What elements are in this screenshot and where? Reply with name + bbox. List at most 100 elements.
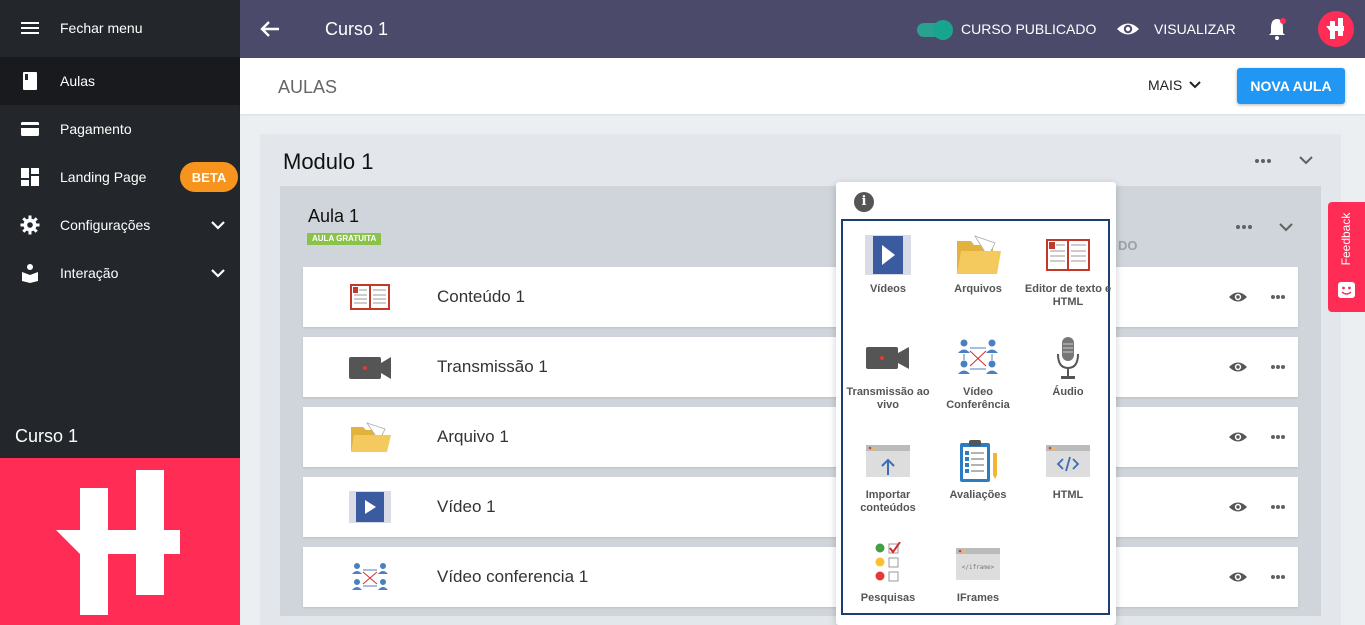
eye-icon[interactable] — [1228, 360, 1248, 374]
option-label: Editor de texto e HTML — [1024, 283, 1112, 308]
sidebar-item-pagamento[interactable]: Pagamento — [0, 105, 240, 153]
more-dropdown[interactable]: MAIS — [1148, 77, 1202, 93]
eye-icon[interactable] — [1116, 18, 1140, 40]
new-lesson-button[interactable]: NOVA AULA — [1237, 68, 1345, 104]
clipboard-icon — [960, 440, 997, 482]
folder-icon — [957, 235, 1001, 274]
content-option-iframes[interactable]: </iframe> IFrames — [933, 542, 1023, 612]
option-label: Arquivos — [954, 283, 1002, 295]
credit-card-icon — [21, 122, 39, 136]
more-options-icon[interactable] — [1271, 435, 1291, 441]
content-option-editor[interactable]: Editor de texto e HTML — [1023, 233, 1113, 323]
more-options-icon[interactable] — [1271, 505, 1291, 511]
text-editor-icon — [1046, 239, 1090, 271]
video-play-icon — [865, 235, 911, 275]
content-option-avaliacoes[interactable]: Avaliações — [933, 439, 1023, 529]
hotmart-logo-icon — [56, 470, 180, 615]
content-option-html[interactable]: HTML — [1023, 439, 1113, 529]
sidebar-item-label: Landing Page — [60, 169, 147, 185]
close-menu-label: Fechar menu — [60, 20, 143, 36]
option-label: Transmissão ao vivo — [846, 386, 930, 411]
page-title: AULAS — [278, 77, 338, 97]
close-menu-button[interactable]: Fechar menu — [0, 4, 240, 52]
sidebar-item-configuracoes[interactable]: Configurações — [0, 201, 240, 249]
info-icon[interactable]: i — [854, 192, 874, 212]
option-label: HTML — [1052, 489, 1084, 501]
toggle-knob — [933, 20, 953, 40]
lesson-item-row[interactable]: Arquivo 1 — [303, 407, 1298, 467]
eye-icon[interactable] — [1228, 430, 1248, 444]
lesson-item-label: Transmissão 1 — [437, 357, 548, 376]
text-editor-icon — [350, 284, 390, 310]
eye-icon[interactable] — [1228, 290, 1248, 304]
folder-icon — [351, 422, 391, 452]
more-options-icon[interactable] — [1271, 295, 1291, 301]
option-label: Avaliações — [949, 489, 1007, 501]
module-title: Modulo 1 — [283, 149, 374, 174]
more-label: MAIS — [1148, 77, 1183, 93]
option-label: IFrames — [956, 592, 1000, 604]
more-options-icon[interactable] — [1271, 575, 1291, 581]
lesson-status-text: DO — [1118, 238, 1138, 253]
chevron-down-icon — [211, 269, 225, 278]
dashboard-icon — [21, 168, 39, 186]
more-options-icon[interactable] — [1271, 365, 1291, 371]
gear-icon — [20, 215, 40, 235]
sidebar-item-label: Configurações — [60, 217, 151, 233]
feedback-tab[interactable]: Feedback — [1328, 202, 1365, 312]
lesson-item-row[interactable]: Vídeo 1 — [303, 477, 1298, 537]
sidebar-item-interacao[interactable]: Interação — [0, 249, 240, 297]
content-option-videos[interactable]: Vídeos — [843, 233, 933, 323]
sidebar-item-landing-page[interactable]: Landing Page BETA — [0, 153, 240, 201]
notification-bell-icon[interactable] — [1267, 17, 1287, 41]
view-button[interactable]: VISUALIZAR — [1154, 21, 1236, 37]
video-conference-icon — [352, 563, 388, 590]
svg-text:</iframe>: </iframe> — [962, 564, 995, 571]
lesson-item-row[interactable]: Conteúdo 1 — [303, 267, 1298, 327]
chevron-down-icon[interactable] — [1277, 218, 1295, 236]
lesson-item-label: Conteúdo 1 — [437, 287, 525, 306]
content-option-video-conferencia[interactable]: Vídeo Conferência — [933, 336, 1023, 426]
course-title: Curso 1 — [325, 19, 389, 39]
add-content-popup: i Vídeos Arquivos Editor de texto e HTML… — [836, 182, 1116, 625]
chevron-down-icon — [1189, 81, 1201, 89]
option-label: Áudio — [1052, 386, 1084, 398]
hamburger-menu-icon — [21, 22, 39, 34]
smile-icon — [1338, 282, 1355, 298]
app-root: Fechar menu Aulas Pagamento Landing Page… — [0, 0, 1365, 625]
free-lesson-badge: AULA GRATUITA — [307, 233, 382, 245]
hotmart-avatar-icon — [1326, 18, 1344, 39]
arrow-back-icon[interactable] — [258, 17, 282, 41]
content-option-audio[interactable]: Áudio — [1023, 336, 1113, 426]
published-label: CURSO PUBLICADO — [961, 21, 1097, 37]
video-conference-icon — [958, 339, 998, 374]
lesson-item-label: Vídeo 1 — [437, 497, 496, 516]
eye-icon[interactable] — [1228, 500, 1248, 514]
eye-icon[interactable] — [1228, 570, 1248, 584]
sidebar-course-name: Curso 1 — [15, 426, 79, 446]
content-option-transmissao[interactable]: Transmissão ao vivo — [843, 336, 933, 426]
reader-icon — [22, 264, 38, 283]
avatar[interactable] — [1318, 11, 1354, 47]
beta-badge: BETA — [180, 162, 238, 192]
publish-toggle[interactable] — [917, 20, 953, 40]
sidebar-item-label: Interação — [60, 265, 119, 281]
iframe-icon: </iframe> — [956, 548, 1000, 580]
more-options-icon[interactable] — [1236, 225, 1256, 231]
lesson-item-row[interactable]: Vídeo conferencia 1 — [303, 547, 1298, 607]
sidebar-item-label: Pagamento — [60, 121, 132, 137]
option-label: Vídeos — [869, 283, 907, 295]
lesson-item-row[interactable]: Transmissão 1 — [303, 337, 1298, 397]
chevron-down-icon — [211, 221, 225, 230]
lesson-title: Aula 1 — [308, 206, 360, 226]
survey-icon — [875, 542, 901, 582]
content-option-pesquisas[interactable]: Pesquisas — [843, 542, 933, 612]
sidebar-item-aulas[interactable]: Aulas — [0, 57, 240, 105]
more-options-icon[interactable] — [1255, 159, 1275, 165]
content-option-importar[interactable]: Importar conteúdos — [843, 439, 933, 529]
content-option-arquivos[interactable]: Arquivos — [933, 233, 1023, 323]
chevron-down-icon[interactable] — [1297, 151, 1315, 169]
brand-logo — [0, 458, 240, 625]
video-camera-icon — [349, 357, 391, 379]
option-label: Pesquisas — [860, 592, 916, 604]
